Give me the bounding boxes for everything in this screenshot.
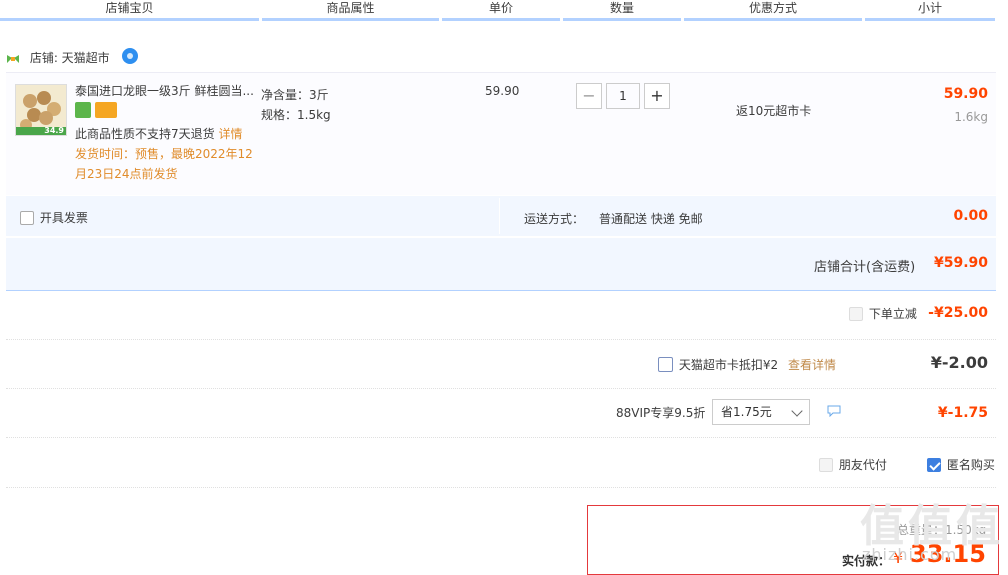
- friend-pay-checkbox[interactable]: [819, 457, 833, 472]
- vip-discount-value: ¥-1.75: [937, 405, 988, 421]
- item-weight: 1.6kg: [954, 110, 988, 124]
- market-card-value: ¥-2.00: [930, 353, 988, 372]
- divider: [6, 487, 996, 488]
- col-price-header: 单价: [442, 0, 560, 21]
- unit-price: 59.90: [485, 84, 520, 98]
- divider: [6, 339, 996, 340]
- quantity-input[interactable]: 1: [606, 83, 640, 109]
- spec: 规格：1.5kg: [261, 108, 331, 122]
- friend-pay-label: 朋友代付: [838, 458, 887, 472]
- delivery-method: 普通配送 快递 免邮: [599, 212, 703, 226]
- invoice-label: 开具发票: [39, 211, 88, 225]
- col-qty-header: 数量: [563, 0, 681, 21]
- wangwang-chat-icon[interactable]: [121, 47, 138, 64]
- chevron-down-icon: [791, 405, 803, 417]
- product-thumbnail[interactable]: 34.9: [15, 84, 67, 136]
- vip-label: 88VIP专享9.5折: [616, 406, 706, 420]
- invoice-option[interactable]: 开具发票: [20, 209, 88, 226]
- ship-time: 发货时间：预售，最晚2022年12月23日24点前发货: [75, 147, 253, 181]
- vip-select-value: 省1.75元: [721, 405, 772, 419]
- col-subtotal-header: 小计: [865, 0, 995, 21]
- delivery-label: 运送方式：: [524, 212, 585, 226]
- instant-discount-checkbox: [849, 306, 863, 321]
- anonymous-option[interactable]: 匿名购买: [927, 456, 995, 473]
- instant-discount-label: 下单立减: [868, 307, 917, 321]
- divider: [6, 437, 996, 438]
- net-weight: 净含量：3斤: [261, 88, 329, 102]
- return-notice: 此商品性质不支持7天退货 详情: [75, 124, 260, 144]
- view-details-link[interactable]: 查看详情: [788, 358, 836, 372]
- delivery-fee: 0.00: [953, 208, 988, 224]
- vip-discount-select[interactable]: 省1.75元: [712, 399, 810, 425]
- card-badge-icon: [95, 102, 117, 118]
- shop-header: 店铺: 天猫超市: [6, 46, 138, 70]
- tmall-icon: [7, 54, 19, 63]
- instant-discount-value: -¥25.00: [928, 305, 988, 321]
- product-badges: [75, 102, 117, 120]
- column-header: 店铺宝贝 商品属性 单价 数量 优惠方式 小计: [0, 0, 1008, 22]
- increase-button[interactable]: +: [644, 83, 670, 109]
- shop-name[interactable]: 店铺: 天猫超市: [30, 51, 110, 65]
- divider: [6, 388, 996, 389]
- market-card-checkbox[interactable]: [658, 357, 673, 372]
- invoice-checkbox[interactable]: [20, 210, 34, 225]
- thumb-price-tag: 34.9: [44, 126, 64, 135]
- col-attr-header: 商品属性: [262, 0, 439, 21]
- anonymous-checkbox[interactable]: [927, 457, 941, 472]
- col-promo-header: 优惠方式: [684, 0, 862, 21]
- band-divider: [499, 198, 500, 234]
- anonymous-label: 匿名购买: [946, 458, 995, 472]
- detail-link[interactable]: 详情: [218, 127, 242, 141]
- col-item-header: 店铺宝贝: [0, 0, 259, 21]
- return-notice-text: 此商品性质不支持7天退货: [75, 127, 215, 141]
- market-card-option: 天猫超市卡抵扣¥2 查看详情: [658, 356, 836, 373]
- friend-pay-option[interactable]: 朋友代付: [819, 456, 887, 473]
- instant-discount: 下单立减: [849, 305, 917, 322]
- message-icon[interactable]: [827, 405, 841, 417]
- shop-total-label: 店铺合计(含运费): [814, 260, 916, 275]
- product-title[interactable]: 泰国进口龙眼一级3斤 鲜桂圆当...: [75, 82, 255, 100]
- market-card-label: 天猫超市卡抵扣¥2: [678, 358, 779, 372]
- invoice-delivery-row: [6, 196, 996, 236]
- decrease-button[interactable]: −: [576, 83, 602, 109]
- item-subtotal: 59.90: [943, 86, 988, 102]
- service-badge-icon: [75, 102, 91, 118]
- watermark-text: zhizhi.com: [862, 545, 958, 564]
- promo-method: 返10元超市卡: [736, 104, 812, 118]
- shop-total-value: ¥59.90: [933, 255, 988, 271]
